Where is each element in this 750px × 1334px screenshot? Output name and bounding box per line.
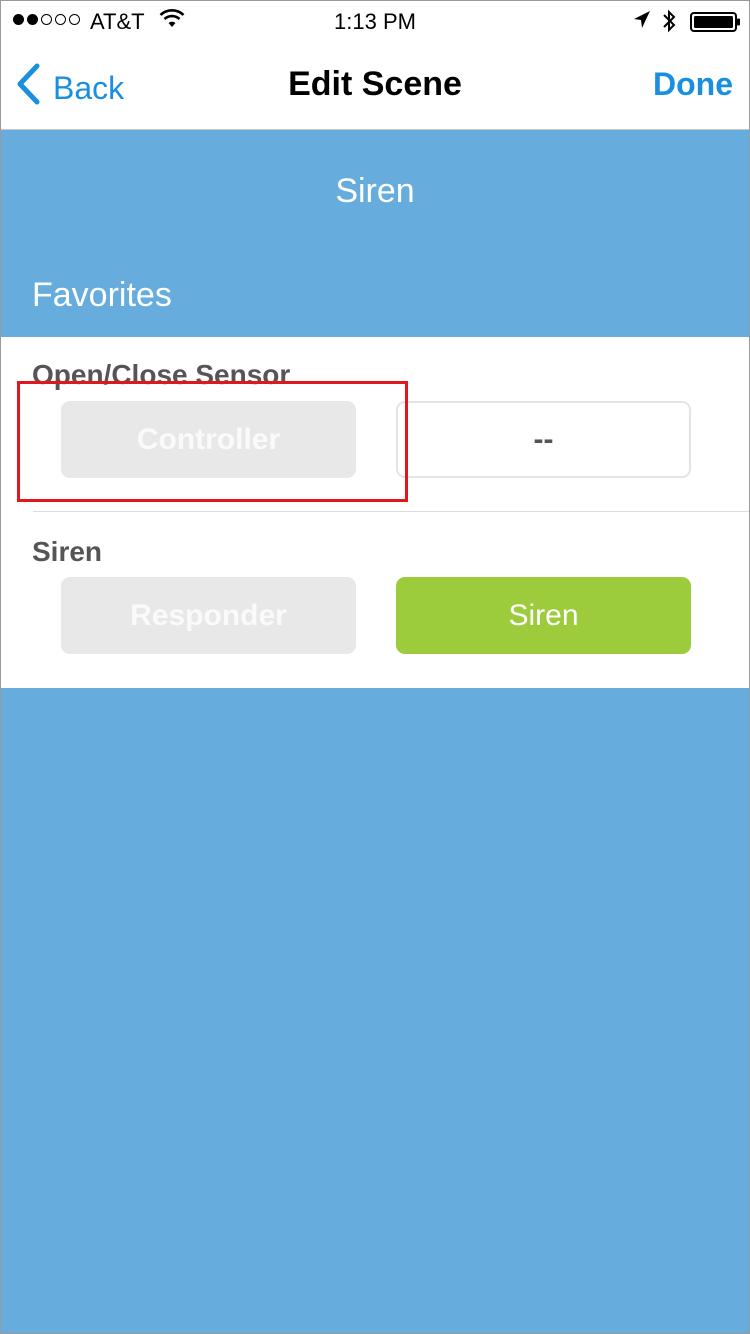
siren-state-button[interactable]: Siren [396,577,691,654]
controller-button[interactable]: Controller [61,401,356,478]
device-name-siren: Siren [32,536,103,567]
responder-button[interactable]: Responder [61,577,356,654]
done-button[interactable]: Done [653,66,733,103]
device-list: Open/Close Sensor Controller -- Siren Re… [1,337,749,688]
favorites-section-title: Favorites [32,276,172,314]
screen-frame: AT&T 1:13 PM Back Edit Scene Done Siren … [0,0,750,1334]
divider [33,511,749,512]
location-arrow-icon [633,10,651,36]
scene-content: Siren Favorites [1,130,749,1333]
battery-icon [690,12,742,38]
sensor-state-button[interactable]: -- [396,401,691,478]
page-title: Edit Scene [288,65,462,103]
navigation-bar: Back Edit Scene Done [1,41,749,130]
bluetooth-icon [661,8,677,40]
status-bar: AT&T 1:13 PM [1,1,749,41]
scene-name: Siren [335,172,415,210]
device-name-open-close-sensor: Open/Close Sensor [32,359,291,390]
